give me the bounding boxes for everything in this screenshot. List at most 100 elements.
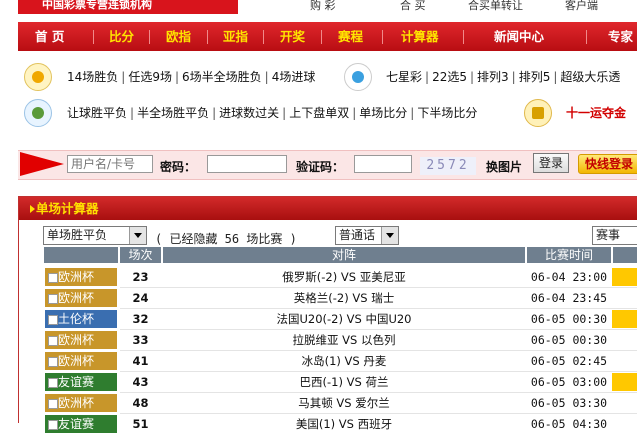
nav-divider: [463, 30, 464, 44]
lottery-link-11x5[interactable]: 十一运夺金: [566, 106, 626, 120]
nav-divider: [321, 30, 322, 44]
match-no: 32: [132, 312, 149, 326]
play-type-select[interactable]: 单场胜平负: [43, 226, 147, 245]
select-cell[interactable]: [612, 310, 637, 328]
league-tag[interactable]: 欧洲杯: [45, 352, 117, 370]
football-lottery-links: 14场胜负 | 任选9场 | 6场半全场胜负 | 4场进球: [67, 70, 316, 84]
league-tag[interactable]: 土伦杯: [45, 310, 117, 328]
match-no: 41: [132, 354, 149, 368]
username-input[interactable]: [67, 155, 153, 173]
match-teams: 英格兰(-2) VS 瑞士: [293, 291, 395, 305]
match-teams: 美国(1) VS 西班牙: [295, 417, 393, 431]
captcha-label: 验证码：: [296, 160, 345, 174]
event-filter-select[interactable]: 赛事: [592, 226, 637, 245]
login-button[interactable]: 登录: [533, 153, 569, 173]
lottery-link-oddeven[interactable]: 上下盘单双: [289, 106, 349, 120]
row-divider: [120, 413, 637, 414]
league-tag[interactable]: 友谊赛: [45, 373, 117, 391]
match-teams: 法国U20(-2) VS 中国U20: [276, 312, 412, 326]
number-lottery-links: 七星彩 | 22选5 | 排列3 | 排列5 | 超级大乐透: [386, 70, 621, 84]
top-link-transfer[interactable]: 合买单转让: [468, 0, 523, 13]
nav-draw-results[interactable]: 开奖: [280, 22, 305, 51]
match-teams: 拉脱维亚 VS 以色列: [292, 333, 396, 347]
match-time: 06-05 03:30: [530, 396, 608, 410]
main-nav: 首 页 比分 欧指 亚指 开奖 赛程 计算器 新闻中心 专家: [18, 22, 637, 51]
single-match-links: 让球胜平负 | 半全场胜平负 | 进球数过关 | 上下盘单双 | 单场比分 | 下半场比分: [67, 106, 478, 120]
lottery-link-pl3[interactable]: 排列3: [477, 70, 509, 84]
nav-experts[interactable]: 专家: [608, 22, 633, 51]
match-time: 06-04 23:45: [530, 291, 608, 305]
league-tag[interactable]: 欧洲杯: [45, 289, 117, 307]
nav-divider: [263, 30, 264, 44]
nav-scores[interactable]: 比分: [109, 22, 134, 51]
match-time: 06-05 03:00: [530, 375, 608, 389]
league-tag[interactable]: 友谊赛: [45, 415, 117, 433]
lottery-link-pl5[interactable]: 排列5: [519, 70, 551, 84]
play-type-value: 单场胜平负: [47, 228, 108, 242]
nav-home[interactable]: 首 页: [35, 22, 64, 51]
lottery-link-goals[interactable]: 进球数过关: [219, 106, 279, 120]
top-link-group-buy[interactable]: 合 买: [400, 0, 426, 13]
chevron-down-icon: [381, 227, 398, 244]
row-divider: [120, 287, 637, 288]
site-logo[interactable]: 中国彩票专营连锁机构: [18, 0, 238, 14]
lottery-link-halffull[interactable]: 半全场胜平负: [137, 106, 209, 120]
event-filter-value: 赛事: [596, 228, 621, 242]
match-time: 06-04 23:00: [530, 270, 608, 284]
row-divider: [120, 350, 637, 351]
league-tag[interactable]: 欧洲杯: [45, 331, 117, 349]
nav-divider: [93, 30, 94, 44]
lottery-link-2ndhalf[interactable]: 下半场比分: [417, 106, 477, 120]
row-divider: [120, 392, 637, 393]
nav-divider: [207, 30, 208, 44]
match-no: 33: [132, 333, 149, 347]
match-teams: 俄罗斯(-2) VS 亚美尼亚: [282, 270, 406, 284]
nav-news-center[interactable]: 新闻中心: [494, 22, 544, 51]
match-time: 06-05 04:30: [530, 417, 608, 431]
nav-calculator[interactable]: 计算器: [401, 22, 439, 51]
select-cell[interactable]: [612, 268, 637, 286]
match-no: 43: [132, 375, 149, 389]
col-header-league: [44, 247, 118, 263]
password-input[interactable]: [207, 155, 287, 173]
change-captcha-link[interactable]: 换图片: [486, 158, 522, 175]
row-divider: [120, 329, 637, 330]
password-label: 密码：: [160, 160, 197, 174]
header-arrow-icon: [30, 205, 35, 213]
quick-login-button[interactable]: 快线登录: [578, 154, 637, 174]
single-match-lottery-icon: [24, 99, 52, 127]
lottery-link-6hf[interactable]: 6场半全场胜负: [182, 70, 262, 84]
col-header-time: 比赛时间: [527, 247, 611, 263]
nav-asia-odds[interactable]: 亚指: [223, 22, 248, 51]
nav-divider: [149, 30, 150, 44]
match-no: 23: [132, 270, 149, 284]
league-tag[interactable]: 欧洲杯: [45, 268, 117, 286]
nav-divider: [586, 30, 587, 44]
mode-value: 普通话: [339, 228, 376, 242]
league-tag[interactable]: 欧洲杯: [45, 394, 117, 412]
hidden-matches-note: ( 已经隐藏 56 场比赛 ): [155, 232, 297, 246]
lottery-link-handicap[interactable]: 让球胜平负: [67, 106, 127, 120]
captcha-input[interactable]: [354, 155, 412, 173]
top-link-client[interactable]: 客户端: [565, 0, 598, 13]
col-header-match: 对阵: [163, 247, 525, 263]
top-link-buy[interactable]: 购 彩: [310, 0, 336, 13]
mode-select[interactable]: 普通话: [335, 226, 399, 245]
lottery-link-4goals[interactable]: 4场进球: [272, 70, 316, 84]
login-arrow-icon: [20, 152, 64, 176]
match-teams: 马其顿 VS 爱尔兰: [298, 396, 390, 410]
eleven-five-link-wrap: 十一运夺金: [566, 104, 626, 122]
nav-euro-odds[interactable]: 欧指: [166, 22, 191, 51]
nav-schedule[interactable]: 赛程: [338, 22, 363, 51]
lottery-link-r9[interactable]: 任选9场: [128, 70, 172, 84]
select-cell[interactable]: [612, 373, 637, 391]
row-divider: [120, 308, 637, 309]
lottery-link-7star[interactable]: 七星彩: [386, 70, 422, 84]
lottery-link-score[interactable]: 单场比分: [359, 106, 407, 120]
col-header-no: 场次: [120, 247, 161, 263]
lottery-link-22x5[interactable]: 22选5: [432, 70, 467, 84]
lottery-link-dlt[interactable]: 超级大乐透: [560, 70, 620, 84]
lottery-link-14[interactable]: 14场胜负: [67, 70, 118, 84]
match-no: 51: [132, 417, 149, 431]
captcha-image: 2572: [420, 157, 476, 175]
